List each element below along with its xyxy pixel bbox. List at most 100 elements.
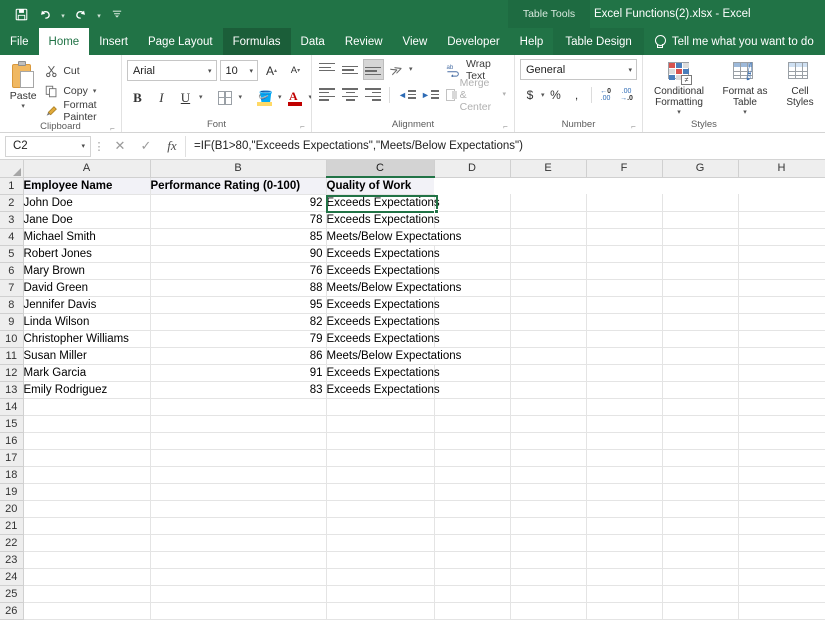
cell-A13[interactable]: Emily Rodriguez xyxy=(23,381,150,398)
cell-C6[interactable]: Exceeds Expectations xyxy=(326,262,434,279)
orientation-dropdown-caret-icon[interactable]: ▾ xyxy=(409,66,413,73)
name-box-caret-icon[interactable]: ▾ xyxy=(81,142,87,150)
copy-button[interactable]: Copy ▾ xyxy=(41,82,116,100)
borders-dropdown-caret-icon[interactable]: ▾ xyxy=(238,94,242,101)
cell-H5[interactable] xyxy=(738,245,825,262)
cell-C2[interactable]: Exceeds Expectations xyxy=(326,194,434,211)
cell-A4[interactable]: Michael Smith xyxy=(23,228,150,245)
borders-button[interactable] xyxy=(214,87,235,108)
cell-C5[interactable]: Exceeds Expectations xyxy=(326,245,434,262)
cell-F10[interactable] xyxy=(586,330,662,347)
cell-H19[interactable] xyxy=(738,483,825,500)
cell-E7[interactable] xyxy=(510,279,586,296)
row-header-24[interactable]: 24 xyxy=(0,568,23,585)
redo-icon[interactable] xyxy=(70,3,92,25)
row-header-5[interactable]: 5 xyxy=(0,245,23,262)
cell-B14[interactable] xyxy=(150,398,326,415)
align-right-button[interactable] xyxy=(363,84,384,105)
cell-C3[interactable]: Exceeds Expectations xyxy=(326,211,434,228)
cell-H4[interactable] xyxy=(738,228,825,245)
row-header-20[interactable]: 20 xyxy=(0,500,23,517)
font-dialog-launcher[interactable]: ⌐ xyxy=(298,122,307,131)
cell-E15[interactable] xyxy=(510,415,586,432)
cell-D19[interactable] xyxy=(434,483,510,500)
format-as-table-caret-icon[interactable]: ▾ xyxy=(743,109,747,116)
cell-H23[interactable] xyxy=(738,551,825,568)
cell-G1[interactable] xyxy=(662,177,738,194)
column-header-h[interactable]: H xyxy=(738,160,825,177)
cell-A12[interactable]: Mark Garcia xyxy=(23,364,150,381)
table-row[interactable]: 22 xyxy=(0,534,825,551)
cell-B1[interactable]: Performance Rating (0-100) xyxy=(150,177,326,194)
number-format-select[interactable]: General ▾ xyxy=(520,59,637,80)
tab-review[interactable]: Review xyxy=(335,28,393,55)
cell-B8[interactable]: 95 xyxy=(150,296,326,313)
row-header-1[interactable]: 1 xyxy=(0,177,23,194)
cell-B12[interactable]: 91 xyxy=(150,364,326,381)
cell-G20[interactable] xyxy=(662,500,738,517)
cell-H1[interactable] xyxy=(738,177,825,194)
comma-style-button[interactable]: , xyxy=(567,85,587,105)
italic-button[interactable]: I xyxy=(151,87,172,108)
font-name-caret-icon[interactable]: ▾ xyxy=(208,67,214,75)
cell-F13[interactable] xyxy=(586,381,662,398)
number-format-caret-icon[interactable]: ▾ xyxy=(628,66,634,74)
table-row[interactable]: 18 xyxy=(0,466,825,483)
table-row[interactable]: 23 xyxy=(0,551,825,568)
cell-F2[interactable] xyxy=(586,194,662,211)
orientation-button[interactable]: ≫ xyxy=(386,59,407,80)
cell-D5[interactable] xyxy=(434,245,510,262)
cell-H7[interactable] xyxy=(738,279,825,296)
cell-G25[interactable] xyxy=(662,585,738,602)
align-top-button[interactable] xyxy=(317,59,338,80)
cell-E4[interactable] xyxy=(510,228,586,245)
merge-center-dropdown-caret-icon[interactable]: ▾ xyxy=(502,91,506,98)
cell-E3[interactable] xyxy=(510,211,586,228)
cell-D17[interactable] xyxy=(434,449,510,466)
cell-E17[interactable] xyxy=(510,449,586,466)
cell-D16[interactable] xyxy=(434,432,510,449)
tab-developer[interactable]: Developer xyxy=(437,28,509,55)
cell-D6[interactable] xyxy=(434,262,510,279)
cell-G19[interactable] xyxy=(662,483,738,500)
table-row[interactable]: 9Linda Wilson82Exceeds Expectations xyxy=(0,313,825,330)
cell-C4[interactable]: Meets/Below Expectations xyxy=(326,228,434,245)
cell-H22[interactable] xyxy=(738,534,825,551)
cell-F22[interactable] xyxy=(586,534,662,551)
cell-H8[interactable] xyxy=(738,296,825,313)
cell-G9[interactable] xyxy=(662,313,738,330)
cell-H16[interactable] xyxy=(738,432,825,449)
tab-help[interactable]: Help xyxy=(510,28,554,55)
cell-E20[interactable] xyxy=(510,500,586,517)
cell-D12[interactable] xyxy=(434,364,510,381)
cell-A21[interactable] xyxy=(23,517,150,534)
fill-color-button[interactable]: 🪣 xyxy=(254,87,275,108)
align-center-button[interactable] xyxy=(340,84,361,105)
cell-E16[interactable] xyxy=(510,432,586,449)
align-middle-button[interactable] xyxy=(340,59,361,80)
cell-C15[interactable] xyxy=(326,415,434,432)
cell-A5[interactable]: Robert Jones xyxy=(23,245,150,262)
percent-style-button[interactable]: % xyxy=(546,85,566,105)
cell-B16[interactable] xyxy=(150,432,326,449)
accounting-format-button[interactable]: $ xyxy=(520,85,540,105)
cell-C26[interactable] xyxy=(326,602,434,619)
cell-E24[interactable] xyxy=(510,568,586,585)
cell-A14[interactable] xyxy=(23,398,150,415)
column-header-a[interactable]: A xyxy=(23,160,150,177)
table-row[interactable]: 15 xyxy=(0,415,825,432)
cell-H24[interactable] xyxy=(738,568,825,585)
cell-A23[interactable] xyxy=(23,551,150,568)
cell-F20[interactable] xyxy=(586,500,662,517)
table-row[interactable]: 6Mary Brown76Exceeds Expectations xyxy=(0,262,825,279)
cell-C8[interactable]: Exceeds Expectations xyxy=(326,296,434,313)
clipboard-dialog-launcher[interactable]: ⌐ xyxy=(108,124,117,133)
cell-B21[interactable] xyxy=(150,517,326,534)
cell-D3[interactable] xyxy=(434,211,510,228)
cell-H14[interactable] xyxy=(738,398,825,415)
cell-G12[interactable] xyxy=(662,364,738,381)
decrease-indent-button[interactable]: ◄ xyxy=(395,84,416,105)
underline-button[interactable]: U xyxy=(175,87,196,108)
tab-file[interactable]: File xyxy=(0,28,39,55)
table-row[interactable]: 5Robert Jones90Exceeds Expectations xyxy=(0,245,825,262)
